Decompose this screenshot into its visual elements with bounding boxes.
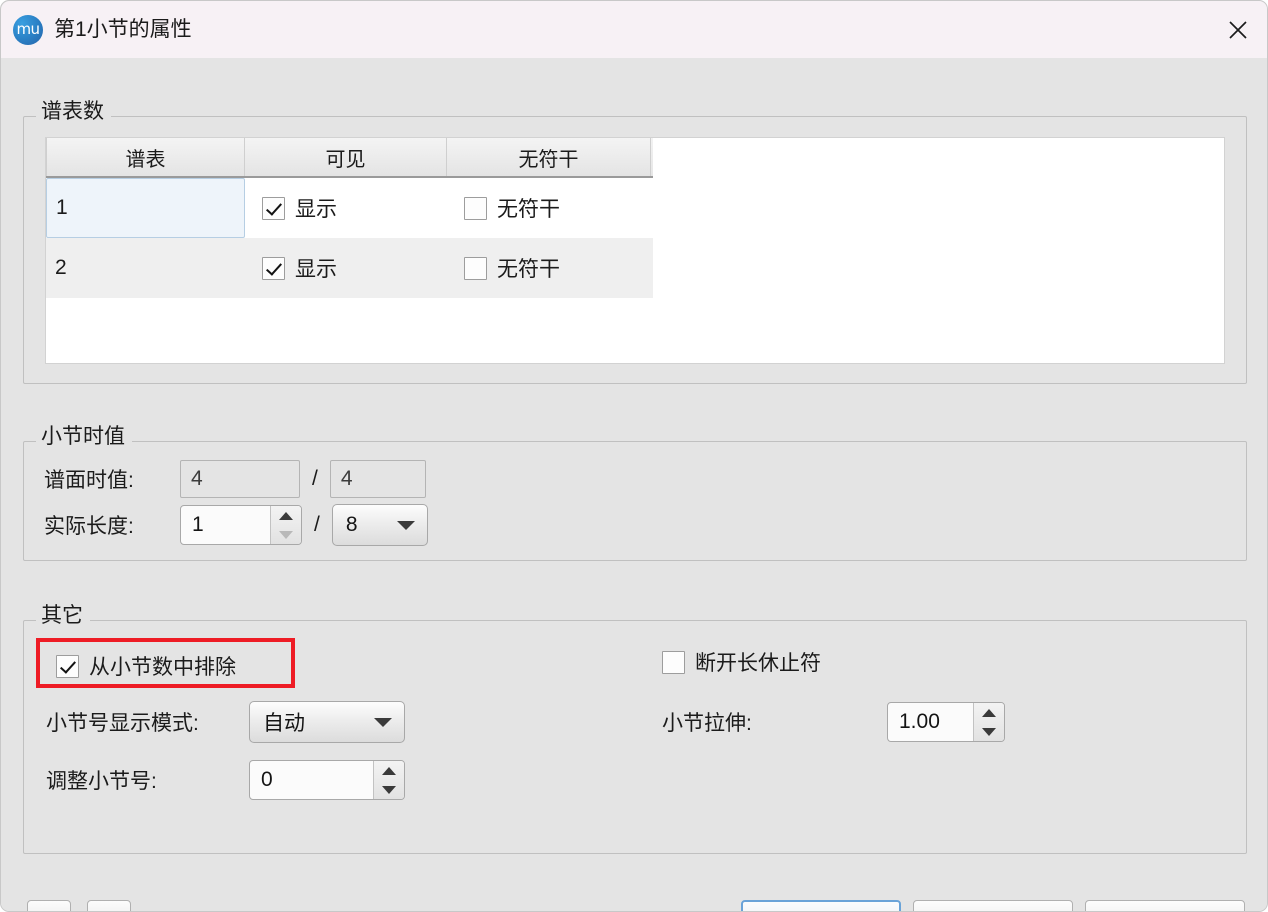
dialog-content: 谱表数 谱表 可见 无符干 1 显示 无符干 2 显示 无符干 小节时值 谱面时… (1, 58, 1267, 911)
add-to-number-row: 调整小节号: 0 (46, 760, 405, 800)
stepper-down-button[interactable] (374, 780, 404, 799)
stepper-up-button[interactable] (271, 506, 301, 525)
actual-duration-label: 实际长度: (44, 515, 134, 538)
other-group-title: 其它 (36, 604, 90, 628)
triangle-down-icon (382, 785, 396, 794)
staves-table[interactable]: 谱表 可见 无符干 1 显示 无符干 2 显示 无符干 (45, 137, 1225, 364)
other-group: 其它 从小节数中排除 断开长休止符 小节号显示模式: 自动 小节拉伸: 1.00… (23, 604, 1247, 854)
column-header-staff[interactable]: 谱表 (46, 138, 245, 176)
actual-denominator-select[interactable]: 8 (331, 504, 428, 546)
nominal-numerator-field: 4 (180, 460, 300, 498)
previous-measure-button[interactable] (27, 900, 71, 911)
exclude-from-count-checkbox[interactable] (56, 654, 79, 678)
actual-separator: / (314, 513, 320, 536)
stretch-stepper[interactable]: 1.00 (887, 702, 1005, 742)
visible-checkbox-label: 显示 (295, 258, 337, 281)
measure-properties-dialog: mu 第1小节的属性 谱表数 谱表 可见 无符干 1 显示 无符干 2 显示 无… (0, 0, 1268, 912)
stepper-down-button[interactable] (271, 525, 301, 544)
triangle-down-icon (982, 727, 996, 736)
triangle-up-icon (382, 766, 396, 775)
column-header-visible[interactable]: 可见 (245, 138, 447, 176)
actual-numerator-stepper[interactable]: 1 (180, 505, 302, 545)
numbering-mode-value: 自动 (263, 712, 305, 735)
nominal-duration-label: 谱面时值: (44, 469, 134, 492)
cell-staff-number[interactable]: 2 (46, 238, 245, 298)
stemless-checkbox-label: 无符干 (497, 258, 560, 281)
musescore-logo-icon: mu (13, 14, 43, 45)
visible-checkbox[interactable] (262, 256, 285, 280)
stretch-label: 小节拉伸: (662, 712, 752, 735)
highlight-rectangle: 从小节数中排除 (36, 638, 295, 688)
numbering-mode-select[interactable]: 自动 (249, 701, 405, 743)
actual-numerator-value[interactable]: 1 (181, 506, 270, 544)
cell-stemless[interactable]: 无符干 (447, 238, 651, 298)
stretch-row: 小节拉伸: 1.00 (662, 702, 1005, 742)
table-row[interactable]: 1 显示 无符干 (46, 178, 653, 238)
chevron-down-icon (396, 520, 415, 530)
actual-denominator-value: 8 (345, 513, 358, 536)
break-multimeasure-rest-row[interactable]: 断开长休止符 (662, 647, 821, 677)
title-bar: mu 第1小节的属性 (1, 1, 1267, 59)
visible-checkbox-label: 显示 (295, 198, 337, 221)
triangle-up-icon (279, 511, 293, 520)
cell-visible[interactable]: 显示 (245, 238, 447, 298)
visible-checkbox[interactable] (262, 196, 285, 220)
add-to-number-value[interactable]: 0 (250, 761, 373, 799)
nominal-denominator-field: 4 (329, 460, 426, 498)
nominal-duration-row: 谱面时值: 4 / 4 (44, 460, 426, 498)
stretch-value[interactable]: 1.00 (888, 703, 973, 741)
apply-button[interactable]: Apply (1085, 900, 1245, 911)
ok-button[interactable]: OK (741, 900, 901, 911)
actual-numerator-stepper-buttons[interactable] (270, 506, 301, 544)
exclude-from-count-row[interactable]: 从小节数中排除 (56, 651, 236, 681)
cell-stemless[interactable]: 无符干 (447, 178, 651, 238)
stemless-checkbox-label: 无符干 (497, 198, 560, 221)
break-multimeasure-rest-label: 断开长休止符 (695, 652, 821, 675)
add-to-number-label: 调整小节号: (46, 770, 157, 793)
column-header-stemless[interactable]: 无符干 (447, 138, 651, 176)
actual-duration-row: 实际长度: 1 / 8 (44, 504, 428, 546)
add-to-number-stepper[interactable]: 0 (249, 760, 405, 800)
close-icon[interactable] (1221, 13, 1255, 47)
break-multimeasure-rest-checkbox[interactable] (662, 650, 685, 674)
dialog-button-bar: OK Cancel Apply (1, 854, 1267, 911)
staves-group-title: 谱表数 (36, 100, 111, 124)
numbering-mode-row: 小节号显示模式: 自动 (46, 701, 405, 743)
stemless-checkbox[interactable] (464, 256, 487, 280)
cancel-button[interactable]: Cancel (913, 900, 1073, 911)
stretch-stepper-buttons[interactable] (973, 703, 1004, 741)
add-to-number-stepper-buttons[interactable] (373, 761, 404, 799)
stemless-checkbox[interactable] (464, 196, 487, 220)
staves-group: 谱表数 谱表 可见 无符干 1 显示 无符干 2 显示 无符干 (23, 100, 1247, 384)
table-row[interactable]: 2 显示 无符干 (46, 238, 653, 298)
stepper-up-button[interactable] (974, 703, 1004, 722)
next-measure-button[interactable] (87, 900, 131, 911)
dialog-title: 第1小节的属性 (54, 18, 192, 41)
nominal-separator: / (312, 467, 318, 490)
cell-visible[interactable]: 显示 (245, 178, 447, 238)
duration-group-title: 小节时值 (36, 425, 132, 449)
table-header-row: 谱表 可见 无符干 (46, 138, 653, 178)
numbering-mode-label: 小节号显示模式: (46, 712, 199, 735)
musescore-logo-glyph: mu (16, 19, 40, 38)
chevron-down-icon (374, 717, 392, 727)
measure-duration-group: 小节时值 谱面时值: 4 / 4 实际长度: 1 / 8 (23, 425, 1247, 561)
cell-staff-number[interactable]: 1 (46, 178, 245, 238)
triangle-down-icon (279, 530, 293, 539)
triangle-up-icon (982, 708, 996, 717)
stepper-down-button[interactable] (974, 722, 1004, 741)
exclude-from-count-label: 从小节数中排除 (89, 656, 236, 679)
stepper-up-button[interactable] (374, 761, 404, 780)
